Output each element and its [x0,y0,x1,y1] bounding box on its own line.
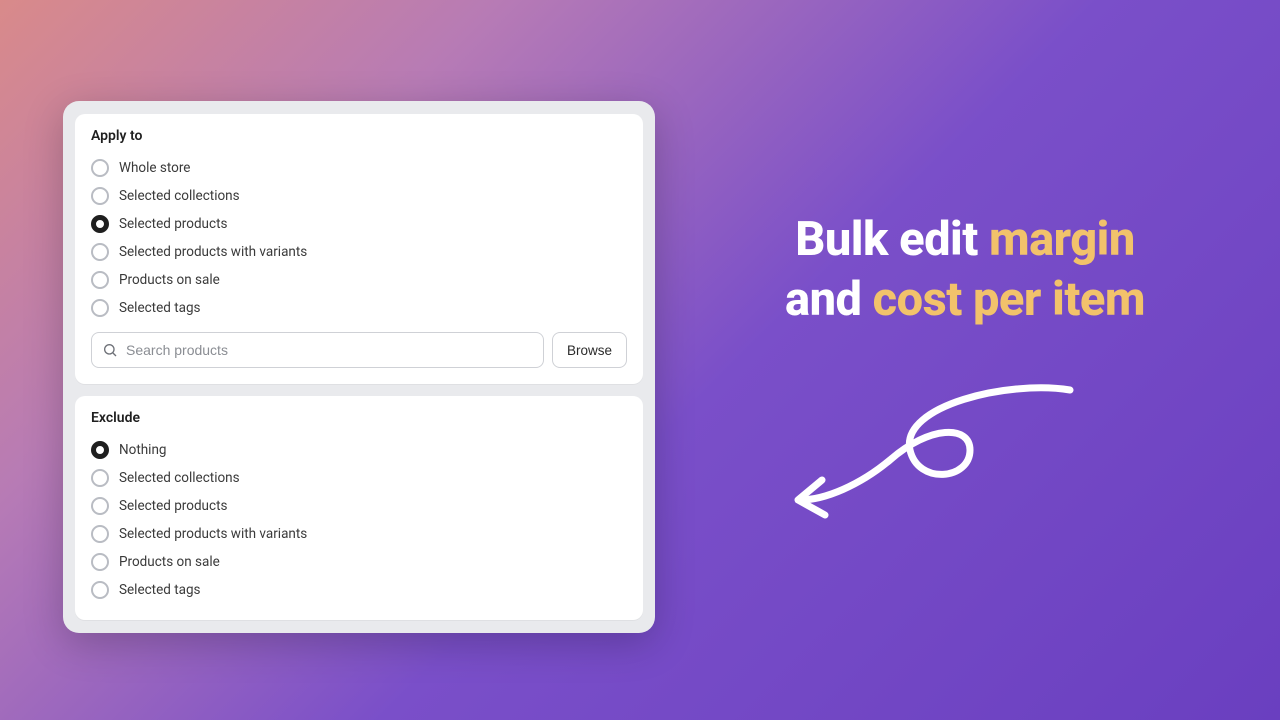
apply-to-option-2[interactable]: Selected products [91,210,627,238]
headline-text-2: and [785,272,873,327]
apply-to-option-label: Selected products [119,216,227,232]
radio-icon [91,525,109,543]
exclude-option-4[interactable]: Products on sale [91,548,627,576]
exclude-option-3[interactable]: Selected products with variants [91,520,627,548]
exclude-option-5[interactable]: Selected tags [91,576,627,604]
radio-icon [91,497,109,515]
exclude-option-0[interactable]: Nothing [91,436,627,464]
exclude-option-label: Selected tags [119,582,201,598]
radio-icon [91,299,109,317]
apply-to-option-4[interactable]: Products on sale [91,266,627,294]
exclude-option-label: Selected products [119,498,227,514]
exclude-option-2[interactable]: Selected products [91,492,627,520]
headline-gold-1: margin [989,212,1135,267]
apply-to-option-label: Whole store [119,160,190,176]
exclude-title: Exclude [91,410,627,426]
apply-to-option-label: Products on sale [119,272,220,288]
radio-icon [91,441,109,459]
search-input-wrap[interactable] [91,332,544,368]
radio-icon [91,469,109,487]
exclude-option-label: Selected collections [119,470,240,486]
radio-icon [91,553,109,571]
decorative-arrow [780,370,1080,530]
apply-to-option-3[interactable]: Selected products with variants [91,238,627,266]
radio-icon [91,187,109,205]
radio-icon [91,243,109,261]
apply-to-option-label: Selected products with variants [119,244,307,260]
radio-icon [91,581,109,599]
settings-panel: Apply to Whole store Selected collections… [63,101,655,633]
apply-to-option-5[interactable]: Selected tags [91,294,627,322]
exclude-option-label: Nothing [119,442,167,458]
exclude-card: Exclude Nothing Selected collections Selec… [75,396,643,620]
apply-to-card: Apply to Whole store Selected collections… [75,114,643,384]
apply-to-title: Apply to [91,128,627,144]
headline-gold-2: cost per item [873,272,1145,327]
search-row: Browse [91,332,627,368]
apply-to-option-label: Selected tags [119,300,201,316]
exclude-option-1[interactable]: Selected collections [91,464,627,492]
apply-to-option-label: Selected collections [119,188,240,204]
exclude-option-label: Selected products with variants [119,526,307,542]
radio-icon [91,271,109,289]
search-input[interactable] [126,342,533,358]
search-icon [102,342,118,358]
browse-button[interactable]: Browse [552,332,627,368]
exclude-option-label: Products on sale [119,554,220,570]
headline-text-1: Bulk edit [795,212,989,267]
apply-to-option-1[interactable]: Selected collections [91,182,627,210]
radio-icon [91,215,109,233]
marketing-headline: Bulk edit margin and cost per item [680,210,1250,330]
radio-icon [91,159,109,177]
apply-to-option-0[interactable]: Whole store [91,154,627,182]
